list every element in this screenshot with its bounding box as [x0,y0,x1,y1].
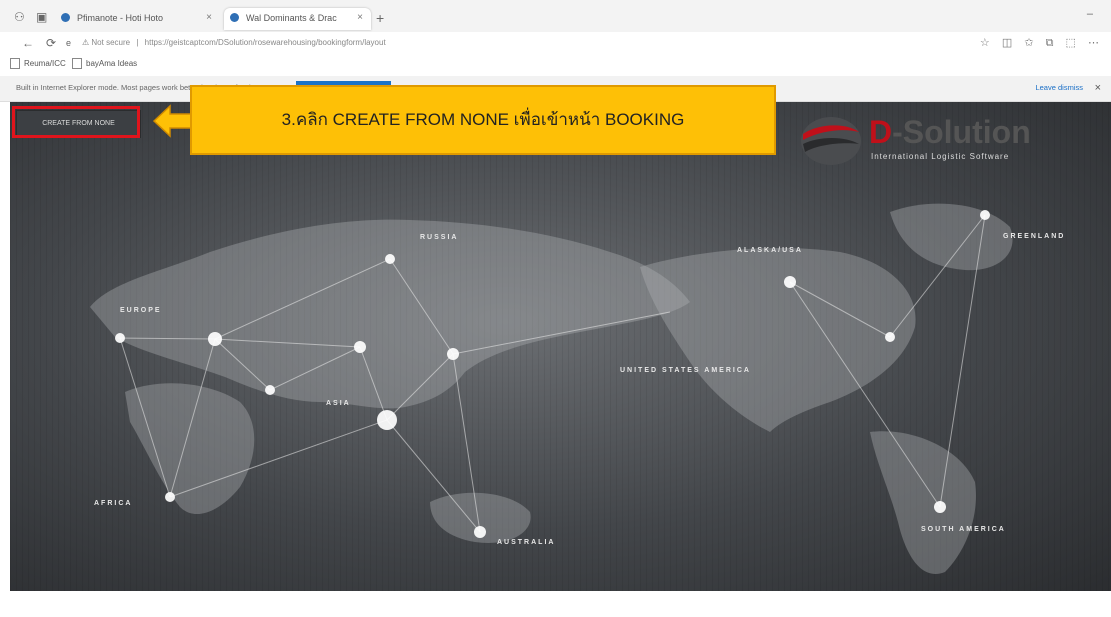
d-solution-logo: D-Solution International Logistic Softwa… [797,112,1097,172]
favicon-icon [61,13,70,22]
ie-mode-icon[interactable]: e [66,38,71,48]
page-footer-area [0,591,1111,617]
world-map [90,203,1013,574]
map-node [934,501,946,513]
world-map-background: RUSSIA ALASKA/USA GREENLAND EUROPE UNITE… [10,102,1111,591]
menu-icon[interactable]: ⋯ [1088,37,1099,49]
globe-swirl-icon [801,117,861,165]
folder-icon [10,58,20,70]
map-node [980,210,990,220]
close-tab-icon[interactable]: × [206,8,212,28]
toolbar-icons: ☆ ◫ ✩ ⧉ ⬚ ⋯ [971,36,1099,50]
map-node [885,332,895,342]
map-label-europe: EUROPE [120,307,162,314]
map-node [385,254,395,264]
map-label-russia: RUSSIA [420,234,459,241]
brand-prefix: D [869,114,893,150]
profile-icon[interactable]: ⚇ [14,10,25,24]
bookmark-item[interactable]: Reuma/ICC [10,54,66,74]
north-america-landmass [640,247,916,432]
eurasia-landmass [90,219,690,409]
bookmark-label: bayAma Ideas [86,59,138,68]
map-node [115,333,125,343]
instruction-callout: 3.คลิก CREATE FROM NONE เพื่อเข้าหน้า BO… [190,85,776,155]
map-label-south-america: SOUTH AMERICA [921,526,1006,533]
brand-rest: -Solution [892,114,1031,150]
map-node [784,276,796,288]
favicon-icon [230,13,239,22]
close-tab-icon[interactable]: × [357,8,363,28]
security-icon: ⚠ [82,38,90,47]
tab-label: Pfimanote - Hoti Hoto [77,13,164,23]
map-node [208,332,222,346]
refresh-icon[interactable]: ⟳ [46,36,56,50]
url-text: https://geistcaptcom/DSolution/rosewareh… [144,38,386,47]
new-tab-icon[interactable]: + [376,10,384,26]
greenland-landmass [890,203,1013,271]
map-label-africa: AFRICA [94,500,133,507]
tab-label: Wal Dominants & Drac [246,13,337,23]
map-label-greenland: GREENLAND [1003,233,1066,240]
brand-tagline: International Logistic Software [871,152,1010,161]
tab-inactive[interactable]: Pfimanote - Hoti Hoto × [55,8,220,30]
split-screen-icon[interactable]: ◫ [1002,37,1012,49]
south-america-landmass [870,431,976,574]
map-label-australia: AUSTRALIA [497,539,556,546]
map-node [377,410,397,430]
map-node [447,348,459,360]
collections-icon[interactable]: ⧉ [1046,37,1054,49]
map-node [474,526,486,538]
create-from-none-button[interactable]: CREATE FROM NONE [16,110,141,138]
map-node [354,341,366,353]
pointer-arrow-icon [152,104,193,138]
extensions-icon[interactable]: ⬚ [1066,37,1076,49]
folder-icon [72,58,82,70]
favorite-star-icon[interactable]: ☆ [980,37,990,49]
brand-name: D-Solution [869,114,1031,151]
url-field[interactable]: ⚠ Not secure | https://geistcaptcom/DSol… [82,35,962,50]
tab-active[interactable]: Wal Dominants & Drac × [224,8,371,30]
infobar-dismiss-link[interactable]: Leave dismiss [1035,76,1083,100]
minimize-icon[interactable]: – [1087,8,1093,20]
workspaces-icon[interactable]: ▣ [36,10,47,24]
close-icon[interactable]: × [1095,76,1101,100]
map-node [265,385,275,395]
favorites-icon[interactable]: ✩ [1024,37,1033,49]
bookmark-label: Reuma/ICC [24,59,66,68]
africa-landmass [125,383,255,515]
map-label-alaska: ALASKA/USA [737,247,803,254]
map-label-asia: ASIA [326,400,351,407]
browser-tab-bar: ⚇ ▣ Pfimanote - Hoti Hoto × Wal Dominant… [0,0,1111,32]
bookmark-item[interactable]: bayAma Ideas [72,54,137,74]
map-node [165,492,175,502]
security-label: Not secure [91,38,131,47]
address-bar: ← ⟳ e ⚠ Not secure | https://geistcaptco… [0,32,1111,54]
map-label-usa: UNITED STATES AMERICA [620,367,751,374]
back-icon[interactable]: ← [22,36,34,50]
bookmarks-bar: Reuma/ICC bayAma Ideas [0,54,1111,77]
